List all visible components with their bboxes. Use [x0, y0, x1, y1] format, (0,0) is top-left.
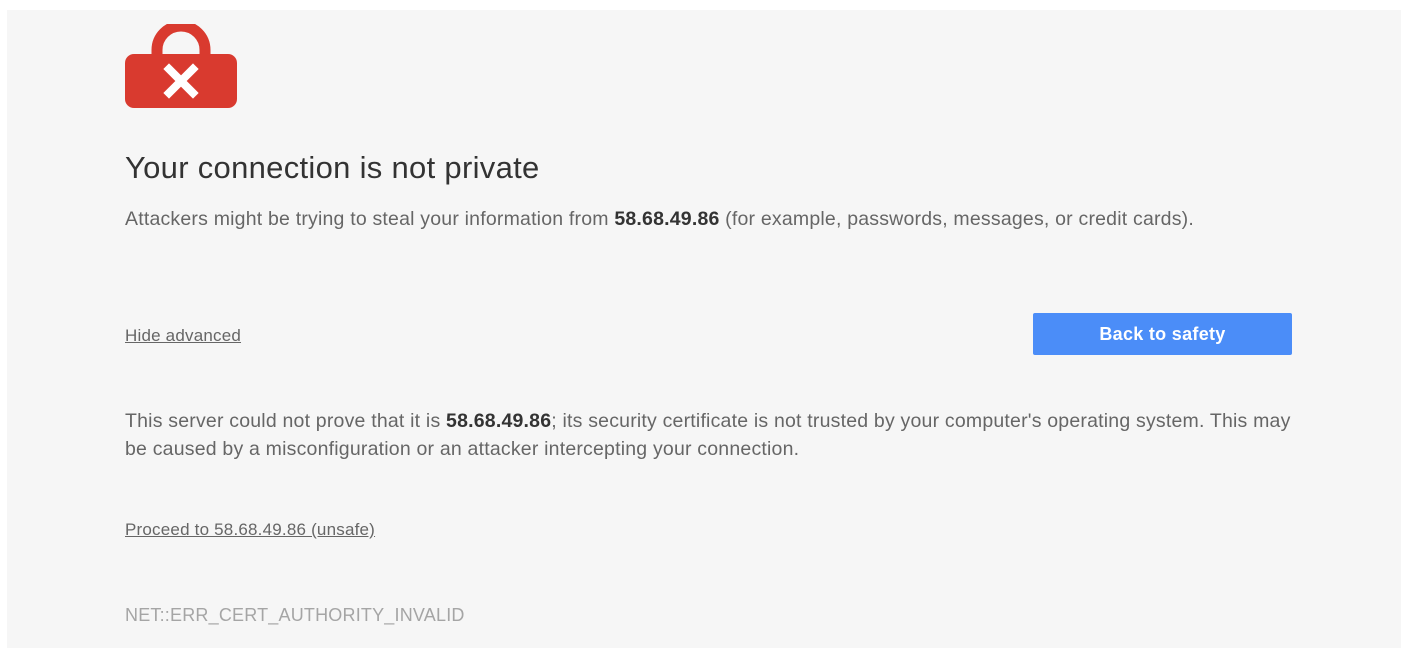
back-to-safety-button[interactable]: Back to safety	[1033, 313, 1292, 355]
interstitial-page: Your connection is not private Attackers…	[7, 10, 1401, 648]
proceed-unsafe-link[interactable]: Proceed to 58.68.49.86 (unsafe)	[125, 520, 375, 540]
details-text-start: This server could not prove that it is	[125, 410, 447, 432]
details-host: 58.68.49.86	[446, 410, 552, 432]
error-code: NET::ERR_CERT_AUTHORITY_INVALID	[125, 605, 465, 625]
intro-text-end: (for example, passwords, messages, or cr…	[719, 208, 1194, 230]
lock-red-x-icon	[125, 24, 237, 108]
intro-host: 58.68.49.86	[614, 208, 720, 230]
details-message: This server could not prove that it is 5…	[125, 407, 1295, 463]
hide-advanced-link[interactable]: Hide advanced	[125, 326, 241, 346]
page-title: Your connection is not private	[125, 150, 540, 185]
intro-text-start: Attackers might be trying to steal your …	[125, 208, 615, 230]
intro-message: Attackers might be trying to steal your …	[125, 205, 1235, 233]
